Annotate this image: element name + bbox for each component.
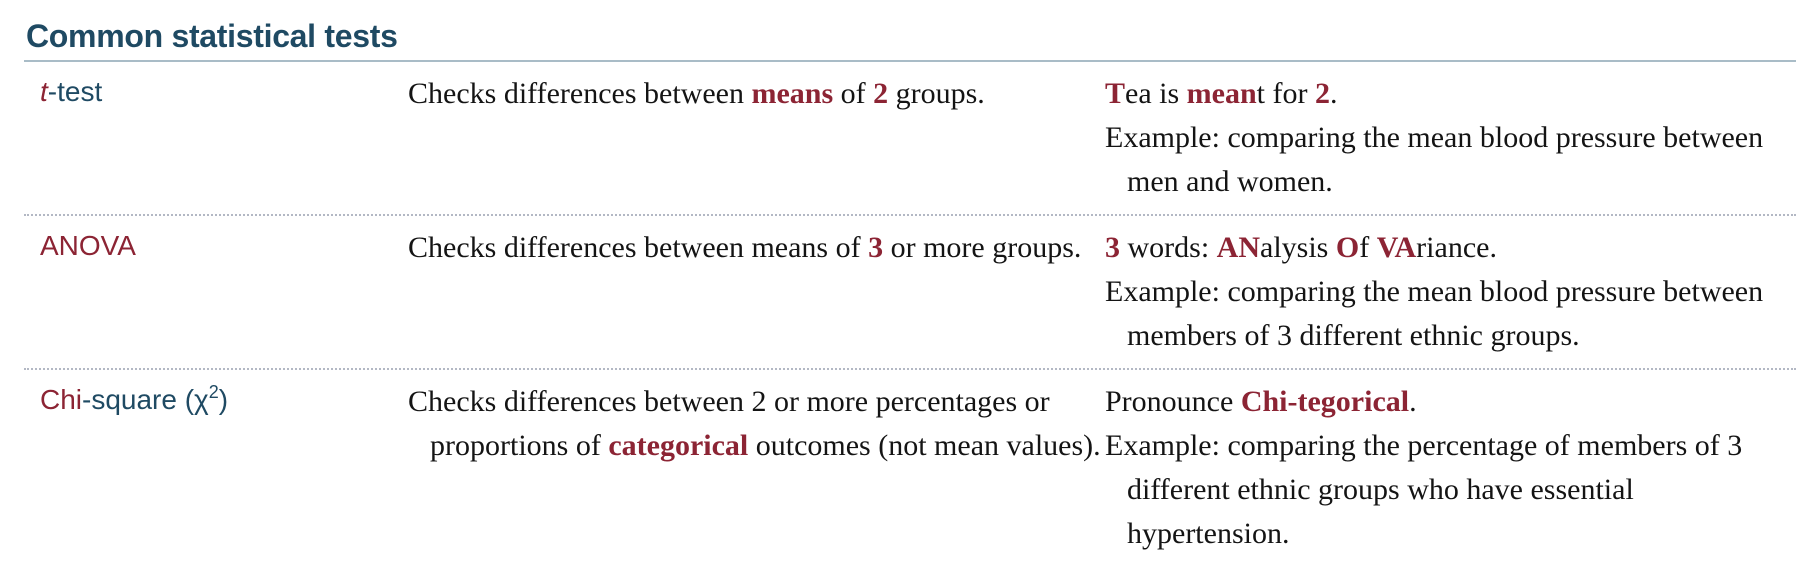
test-name-chi-square: Chi-square (χ2) xyxy=(24,370,408,566)
example-text: Example: comparing the mean blood pressu… xyxy=(1105,121,1764,198)
mnemonic-plain: f xyxy=(1359,231,1377,264)
mnemonic-text: 3 words: ANalysis Of VAriance. xyxy=(1105,226,1796,270)
test-name-highlight: Chi xyxy=(40,384,83,415)
mnemonic-highlight: 2 xyxy=(1314,77,1330,110)
mnemonic-text: Tea is meant for 2. xyxy=(1105,72,1796,116)
table-row-chi-square: Chi-square (χ2) Checks differences betwe… xyxy=(24,370,1796,566)
mnemonic-highlight: O xyxy=(1335,231,1360,264)
mnemonic-plain: alysis xyxy=(1260,231,1336,264)
test-mnemonic: Tea is meant for 2. Example: comparing t… xyxy=(1105,62,1796,214)
mnemonic-plain: . xyxy=(1329,77,1338,110)
page-title: Common statistical tests xyxy=(26,18,398,54)
test-name-rest: -test xyxy=(47,76,103,107)
statistical-tests-page: Common statistical tests t-test Checks d… xyxy=(24,16,1796,566)
test-description: Checks differences between means of 3 or… xyxy=(408,216,1105,368)
desc-highlight: means xyxy=(751,77,834,110)
example-text: Example: comparing the percentage of mem… xyxy=(1105,429,1743,550)
test-name-close: ) xyxy=(218,384,229,415)
desc-text: or more groups. xyxy=(883,231,1082,264)
table-row-anova: ANOVA Checks differences between means o… xyxy=(24,216,1796,370)
description-text: Checks differences between means of 2 gr… xyxy=(408,72,1105,116)
mnemonic-plain: . xyxy=(1409,385,1417,418)
mnemonic-highlight: mean xyxy=(1186,77,1257,110)
desc-text: Checks differences between xyxy=(408,77,752,110)
test-name-rest: -square (χ xyxy=(82,384,209,415)
table-row-t-test: t-test Checks differences between means … xyxy=(24,62,1796,216)
description-text: Checks differences between 2 or more per… xyxy=(408,380,1105,468)
mnemonic-text: Pronounce Chi-tegorical. xyxy=(1105,380,1796,424)
mnemonic-highlight: Chi-tegorical xyxy=(1240,385,1410,418)
test-description: Checks differences between 2 or more per… xyxy=(408,370,1105,566)
mnemonic-plain: t for xyxy=(1256,77,1315,110)
test-mnemonic: 3 words: ANalysis Of VAriance. Example: … xyxy=(1105,216,1796,368)
mnemonic-plain: riance. xyxy=(1416,231,1497,264)
test-name-t-test: t-test xyxy=(24,62,408,214)
desc-highlight: 3 xyxy=(868,231,884,264)
superscript: 2 xyxy=(208,382,219,402)
desc-text: Checks differences between means of xyxy=(408,231,869,264)
mnemonic-plain: Pronounce xyxy=(1105,385,1241,418)
desc-text: of xyxy=(833,77,874,110)
mnemonic-highlight: 3 xyxy=(1105,231,1120,264)
mnemonic-highlight: VA xyxy=(1376,231,1417,264)
mnemonic-highlight: AN xyxy=(1216,231,1261,264)
test-mnemonic: Pronounce Chi-tegorical. Example: compar… xyxy=(1105,370,1796,566)
desc-highlight: 2 xyxy=(873,77,889,110)
example-text: Example: comparing the mean blood pressu… xyxy=(1105,275,1764,352)
mnemonic-plain: words: xyxy=(1120,231,1217,264)
test-description: Checks differences between means of 2 gr… xyxy=(408,62,1105,214)
mnemonic-plain: ea is xyxy=(1125,77,1187,110)
desc-text: groups. xyxy=(888,77,985,110)
mnemonic-highlight: T xyxy=(1105,77,1126,110)
test-name-anova: ANOVA xyxy=(40,230,136,261)
description-text: Checks differences between means of 3 or… xyxy=(408,226,1105,270)
desc-highlight: categorical xyxy=(608,429,749,462)
desc-text: outcomes (not mean values). xyxy=(748,429,1101,462)
test-name-italic: t xyxy=(40,76,48,107)
